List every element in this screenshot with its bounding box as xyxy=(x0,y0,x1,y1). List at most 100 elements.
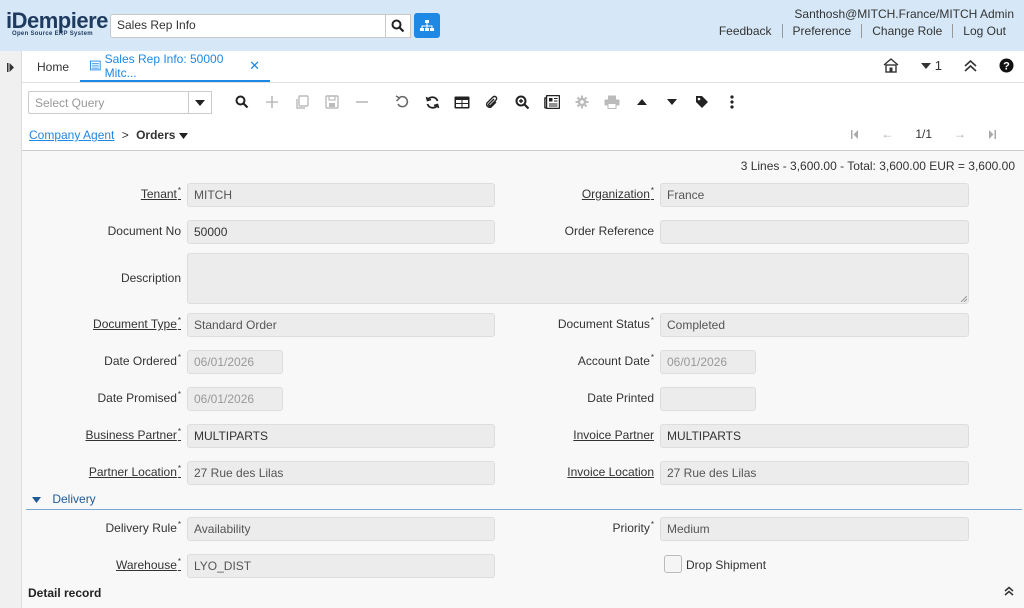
business-partner-field[interactable]: MULTIPARTS xyxy=(187,424,495,448)
organization-label[interactable]: Organization xyxy=(582,187,654,201)
refresh-icon xyxy=(425,95,439,109)
caret-down-icon[interactable] xyxy=(178,133,188,139)
caret-up-icon xyxy=(637,99,647,105)
window-toolbar: Select Query xyxy=(22,83,1024,121)
tab-sales-rep-info[interactable]: Sales Rep Info: 50000 Mitc... ✕ xyxy=(80,51,270,82)
date-promised-label: Date Promised xyxy=(98,391,182,405)
order-reference-field[interactable] xyxy=(660,220,969,244)
user-info[interactable]: Santhosh@MITCH.France/MITCH Admin xyxy=(794,7,1014,21)
idempiere-logo[interactable]: iDempiere Open Source ERP System xyxy=(6,10,108,38)
home-icon[interactable] xyxy=(883,58,899,73)
invoice-partner-field[interactable]: MULTIPARTS xyxy=(660,424,969,448)
double-chevron-up-icon[interactable] xyxy=(964,59,977,72)
delete-record-button[interactable] xyxy=(347,91,377,113)
record-counter: 1/1 xyxy=(915,127,932,141)
paperclip-icon xyxy=(486,95,498,108)
document-no-field[interactable]: 50000 xyxy=(187,220,495,244)
toolbar-buttons xyxy=(227,91,747,113)
caret-down-icon xyxy=(667,99,677,105)
expand-panel-icon[interactable] xyxy=(7,63,15,72)
window-tabs: Home Sales Rep Info: 50000 Mitc... ✕ 1 ? xyxy=(22,51,1024,83)
find-button[interactable] xyxy=(227,91,257,113)
date-promised-field[interactable]: 06/01/2026 xyxy=(187,387,283,411)
breadcrumb-company-agent[interactable]: Company Agent xyxy=(29,128,114,142)
document-type-label[interactable]: Document Type xyxy=(93,317,181,331)
warehouse-label[interactable]: Warehouse xyxy=(116,558,181,572)
partner-location-label[interactable]: Partner Location xyxy=(89,465,181,479)
newspaper-icon xyxy=(544,95,560,109)
copy-record-button[interactable] xyxy=(287,91,317,113)
zoom-across-button[interactable] xyxy=(507,91,537,113)
date-printed-field[interactable] xyxy=(660,387,756,411)
search-icon xyxy=(391,19,405,33)
plus-icon xyxy=(266,96,278,108)
print-button[interactable] xyxy=(597,91,627,113)
top-bar: iDempiere Open Source ERP System Sales R… xyxy=(0,0,1024,51)
window-count-dropdown[interactable]: 1 xyxy=(920,58,942,73)
help-icon[interactable]: ? xyxy=(999,58,1014,73)
last-record-icon[interactable] xyxy=(988,130,996,139)
attachment-button[interactable] xyxy=(477,91,507,113)
next-record-button[interactable] xyxy=(657,91,687,113)
sitemap-icon xyxy=(420,19,434,31)
search-icon xyxy=(235,95,249,109)
tab-home[interactable]: Home xyxy=(37,60,69,74)
menu-tree-button[interactable] xyxy=(414,13,440,38)
process-button[interactable] xyxy=(567,91,597,113)
copy-icon xyxy=(296,94,309,109)
undo-icon xyxy=(395,95,408,108)
breadcrumb-orders[interactable]: Orders xyxy=(136,128,175,142)
organization-field[interactable]: France xyxy=(660,183,969,207)
kebab-menu-icon xyxy=(730,95,734,109)
date-printed-label: Date Printed xyxy=(587,391,654,405)
account-date-field[interactable]: 06/01/2026 xyxy=(660,350,756,374)
next-record-icon[interactable]: → xyxy=(954,127,966,141)
tenant-label[interactable]: Tenant xyxy=(141,187,181,201)
account-date-label: Account Date xyxy=(578,354,654,368)
refresh-button[interactable] xyxy=(417,91,447,113)
undo-button[interactable] xyxy=(387,91,417,113)
header-links: Feedback Preference Change Role Log Out xyxy=(709,24,1016,38)
grid-toggle-button[interactable] xyxy=(447,91,477,113)
caret-down-icon xyxy=(920,62,931,69)
more-options-button[interactable] xyxy=(717,91,747,113)
partner-location-field[interactable]: 27 Rue des Lilas xyxy=(187,461,495,485)
change-role-link[interactable]: Change Role xyxy=(861,24,952,38)
new-record-button[interactable] xyxy=(257,91,287,113)
delivery-rule-field[interactable]: Availability xyxy=(187,517,495,541)
invoice-partner-label[interactable]: Invoice Partner xyxy=(573,428,654,442)
left-collapse-strip[interactable] xyxy=(0,51,22,608)
global-search-input[interactable]: Sales Rep Info xyxy=(110,14,386,38)
drop-shipment-checkbox[interactable] xyxy=(664,555,682,573)
warehouse-field[interactable]: LYO_DIST xyxy=(187,554,495,578)
previous-record-icon[interactable]: ← xyxy=(881,127,893,141)
double-chevron-up-icon[interactable] xyxy=(1004,586,1014,596)
select-query-dropdown[interactable] xyxy=(188,91,212,114)
invoice-location-label[interactable]: Invoice Location xyxy=(567,465,654,479)
report-button[interactable] xyxy=(537,91,567,113)
priority-field[interactable]: Medium xyxy=(660,517,969,541)
tenant-field[interactable]: MITCH xyxy=(187,183,495,207)
description-field[interactable] xyxy=(187,253,969,304)
document-status-field[interactable]: Completed xyxy=(660,313,969,337)
resize-handle-icon[interactable] xyxy=(961,296,967,302)
record-navigation: ← 1/1 → xyxy=(851,127,996,141)
tag-button[interactable] xyxy=(687,91,717,113)
previous-record-button[interactable] xyxy=(627,91,657,113)
search-button[interactable] xyxy=(386,14,411,38)
close-tab-icon[interactable]: ✕ xyxy=(249,58,260,74)
document-type-field[interactable]: Standard Order xyxy=(187,313,495,337)
first-record-icon[interactable] xyxy=(851,130,859,139)
delivery-section-header[interactable]: Delivery xyxy=(26,492,1022,510)
preference-link[interactable]: Preference xyxy=(781,24,862,38)
order-summary: 3 Lines - 3,600.00 - Total: 3,600.00 EUR… xyxy=(740,159,1015,173)
save-button[interactable] xyxy=(317,91,347,113)
delivery-rule-label: Delivery Rule xyxy=(106,521,181,535)
select-query-input[interactable]: Select Query xyxy=(28,91,210,114)
date-ordered-field[interactable]: 06/01/2026 xyxy=(187,350,283,374)
caret-down-icon xyxy=(32,497,41,503)
invoice-location-field[interactable]: 27 Rue des Lilas xyxy=(660,461,969,485)
feedback-link[interactable]: Feedback xyxy=(709,24,782,38)
business-partner-label[interactable]: Business Partner xyxy=(85,428,181,442)
logout-link[interactable]: Log Out xyxy=(952,24,1016,38)
